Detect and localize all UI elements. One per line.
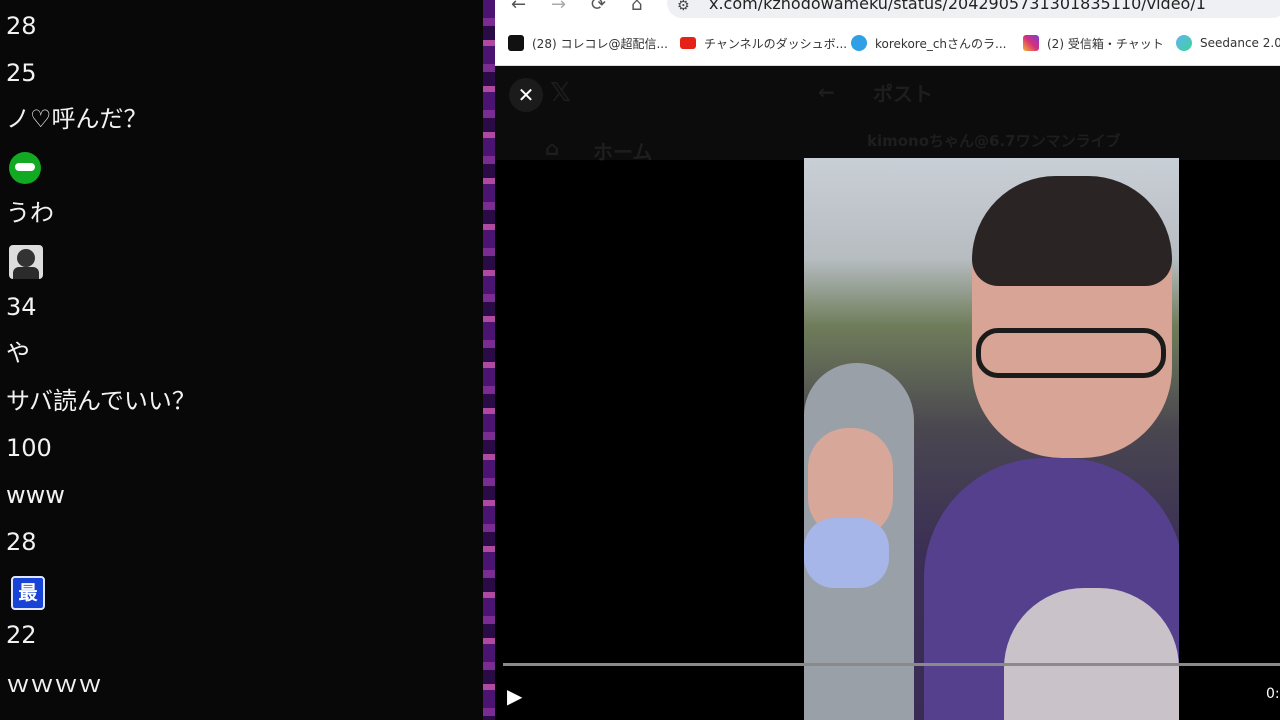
- media-viewer: 𝕏 ← ポスト ⌂ ホーム kimonoちゃん@6.7ワンマンライブ ✕ ▶ 0…: [495, 66, 1280, 720]
- video-player[interactable]: [804, 158, 1179, 720]
- bookmarks-bar: (28) コレコレ@超配信... チャンネルのダッシュボ... korekore…: [495, 20, 1280, 66]
- home-nav-label: ホーム: [593, 140, 653, 164]
- bookmark-label: (28) コレコレ@超配信...: [532, 36, 668, 51]
- x-icon: [508, 35, 524, 51]
- avatar-stamp-icon: [9, 245, 43, 279]
- video-frame-glasses: [976, 328, 1166, 378]
- url-text[interactable]: x.com/kzhodowameku/status/20429057313018…: [709, 0, 1206, 13]
- reload-icon[interactable]: ⟳: [591, 0, 606, 15]
- comment-item: ｗｗｗｗ: [6, 670, 102, 698]
- play-icon[interactable]: ▶: [507, 684, 522, 708]
- decorative-strip: [483, 0, 495, 720]
- comment-item: 28: [6, 528, 37, 556]
- comment-item: サバ読んでいい？: [6, 387, 196, 415]
- blue-kanji-stamp-icon: 最: [11, 576, 45, 610]
- x-logo-icon: 𝕏: [550, 78, 571, 108]
- browser-toolbar: ← → ⟳ ⌂ ⚙ x.com/kzhodowameku/status/2042…: [495, 0, 1280, 20]
- comment-item: 28: [6, 12, 37, 40]
- address-bar[interactable]: ⚙ x.com/kzhodowameku/status/204290573130…: [667, 0, 1280, 18]
- comment-item: や: [6, 339, 30, 367]
- video-frame-mask: [804, 518, 889, 588]
- home-nav-icon: ⌂: [545, 136, 560, 160]
- green-emoji-stamp-icon: [9, 152, 41, 184]
- video-progress-bar[interactable]: [503, 663, 1280, 666]
- seedance-icon: [1176, 35, 1192, 51]
- bookmark-item[interactable]: Seedance 2.0: [1176, 34, 1280, 52]
- comment-item: 25: [6, 59, 37, 87]
- twitcasting-icon: [851, 35, 867, 51]
- youtube-icon: [680, 37, 696, 49]
- background-page: 𝕏 ← ポスト ⌂ ホーム kimonoちゃん@6.7ワンマンライブ: [495, 66, 1280, 164]
- comment-panel: 28 25 ノ♡呼んだ？ うわ 34 や サバ読んでいい？ 100 www 28…: [0, 0, 483, 720]
- bookmark-label: korekore_chさんのラ...: [875, 36, 1007, 51]
- comment-item: 22: [6, 621, 37, 649]
- close-icon[interactable]: ✕: [509, 78, 543, 112]
- browser-window: ← → ⟳ ⌂ ⚙ x.com/kzhodowameku/status/2042…: [495, 0, 1280, 720]
- instagram-icon: [1023, 35, 1039, 51]
- post-author: kimonoちゃん@6.7ワンマンライブ: [867, 132, 1121, 150]
- site-info-icon[interactable]: ⚙: [677, 0, 690, 14]
- forward-icon[interactable]: →: [551, 0, 566, 15]
- bookmark-label: Seedance 2.0: [1200, 36, 1280, 50]
- bookmark-item[interactable]: (2) 受信箱・チャット: [1023, 34, 1164, 52]
- back-arrow-icon: ←: [818, 80, 835, 104]
- home-icon[interactable]: ⌂: [631, 0, 642, 15]
- bookmark-label: チャンネルのダッシュボ...: [704, 36, 848, 51]
- comment-item: ノ♡呼んだ？: [6, 105, 148, 133]
- post-title: ポスト: [873, 82, 933, 106]
- back-icon[interactable]: ←: [511, 0, 526, 15]
- comment-item: 100: [6, 434, 52, 462]
- video-frame-shirt-print: [1004, 588, 1179, 720]
- bookmark-item[interactable]: korekore_chさんのラ...: [851, 34, 1006, 52]
- comment-item: www: [6, 481, 65, 509]
- video-frame-hair: [972, 176, 1172, 286]
- video-time: 0:: [1266, 686, 1280, 702]
- bookmark-label: (2) 受信箱・チャット: [1047, 36, 1164, 51]
- bookmark-item[interactable]: チャンネルのダッシュボ...: [680, 34, 847, 52]
- bookmark-item[interactable]: (28) コレコレ@超配信...: [508, 34, 668, 52]
- comment-item: 34: [6, 293, 37, 321]
- comment-item: うわ: [6, 199, 54, 227]
